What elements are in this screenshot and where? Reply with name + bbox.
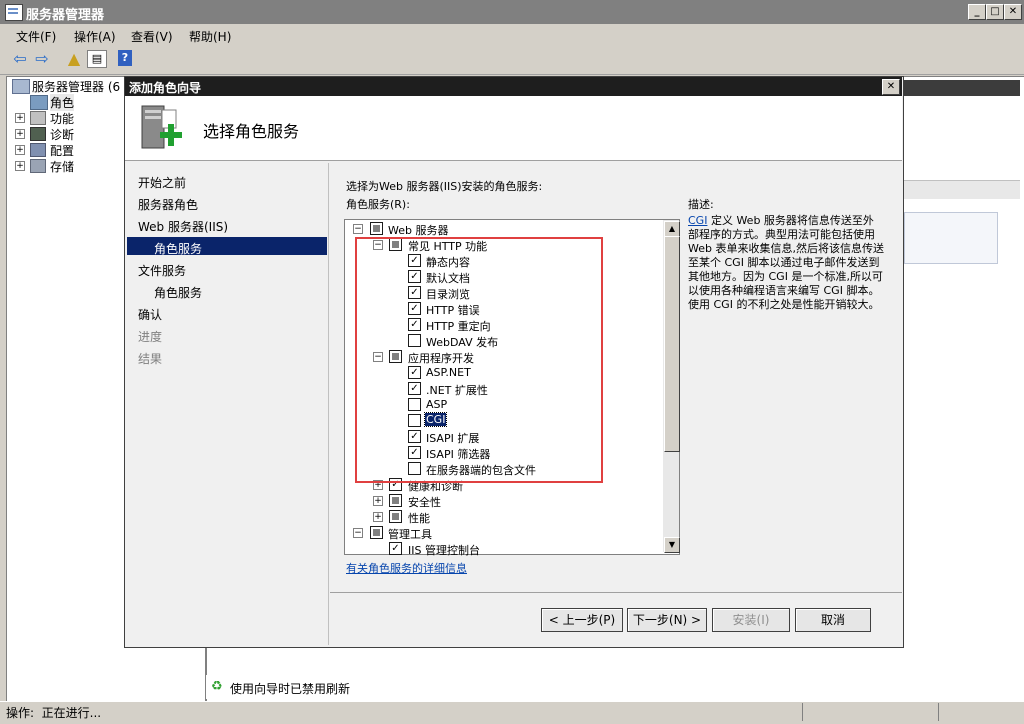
tree-item-roles[interactable]: 角色 <box>50 94 75 111</box>
description-text: CGI 定义 Web 服务器将信息传送至外部程序的方式。典型用法可能包括使用 W… <box>688 214 884 312</box>
role-services-details-link[interactable]: 有关角色服务的详细信息 <box>346 560 467 576</box>
role-services-label: 角色服务(R): <box>346 198 410 211</box>
next-button[interactable]: 下一步(N) > <box>627 608 707 632</box>
tree-item-storage[interactable]: 存储 <box>50 158 74 175</box>
scroll-up-icon[interactable]: ▲ <box>664 221 680 237</box>
tree-row-label: 性能 <box>408 512 430 525</box>
page-title: 选择角色服务 <box>203 122 300 141</box>
highlight-box <box>355 237 603 483</box>
dialog-title-bar: 添加角色向导 <box>125 77 902 96</box>
collapse-management-tools-icon[interactable]: − <box>353 528 363 538</box>
server-icon <box>12 79 30 94</box>
show-hide-tree-icon[interactable]: ▤ <box>87 50 107 68</box>
expand-features-icon[interactable]: + <box>15 113 25 123</box>
wizard-step-role-services-file[interactable]: 角色服务 <box>154 284 202 301</box>
dialog-title: 添加角色向导 <box>129 81 202 95</box>
expand-storage-icon[interactable]: + <box>15 161 25 171</box>
details-pane-header <box>902 80 1020 96</box>
tree-item-features[interactable]: 功能 <box>50 110 74 127</box>
refresh-status-text: 使用向导时已禁用刷新 <box>230 682 351 696</box>
tree-row-label: 管理工具 <box>388 528 432 541</box>
tree-item-configuration[interactable]: 配置 <box>50 142 74 159</box>
configuration-icon <box>30 143 46 157</box>
scroll-down-icon[interactable]: ▼ <box>664 537 680 553</box>
tree-row-label: Web 服务器 <box>388 224 449 237</box>
details-section-header <box>904 180 1020 199</box>
wizard-step-before-you-begin[interactable]: 开始之前 <box>138 174 186 191</box>
wizard-step-file-services[interactable]: 文件服务 <box>138 262 186 279</box>
help-icon[interactable]: ? <box>118 50 132 66</box>
description-cgi-link[interactable]: CGI <box>688 214 707 227</box>
expand-performance-icon[interactable]: + <box>373 512 383 522</box>
status-divider <box>802 703 803 721</box>
web-server-checkbox[interactable] <box>370 222 383 235</box>
back-arrow-icon[interactable]: ⇦ <box>10 50 30 68</box>
wizard-step-confirmation[interactable]: 确认 <box>138 306 162 323</box>
expand-diagnostics-icon[interactable]: + <box>15 129 25 139</box>
wizard-step-web-server-iis[interactable]: Web 服务器(IIS) <box>138 218 228 235</box>
tree-root-server-manager[interactable]: 服务器管理器 (6 <box>32 78 120 95</box>
scroll-thumb[interactable] <box>664 236 680 452</box>
security-checkbox[interactable] <box>389 494 402 507</box>
menu-help[interactable]: 帮助(H) <box>189 28 231 45</box>
server-manager-icon <box>5 4 23 21</box>
collapse-web-server-icon[interactable]: − <box>353 224 363 234</box>
expand-configuration-icon[interactable]: + <box>15 145 25 155</box>
tree-row-label: IIS 管理控制台 <box>408 544 480 557</box>
wizard-step-progress: 进度 <box>138 330 163 344</box>
details-section-box <box>904 212 998 264</box>
dialog-close-button[interactable]: ✕ <box>882 79 900 95</box>
toolbar <box>0 46 1024 75</box>
refresh-disabled-icon: ♻ <box>211 679 223 694</box>
storage-icon <box>30 159 46 173</box>
status-text: 操作: 正在进行... <box>6 706 102 720</box>
maximize-button[interactable]: □ <box>986 4 1004 20</box>
features-icon <box>30 111 46 125</box>
description-body: 定义 Web 服务器将信息传送至外部程序的方式。典型用法可能包括使用 Web 表… <box>688 214 884 311</box>
cancel-button[interactable]: 取消 <box>795 608 871 632</box>
tree-row-label: 安全性 <box>408 496 441 509</box>
close-button[interactable]: ✕ <box>1004 4 1022 20</box>
wizard-step-results: 结果 <box>138 352 163 366</box>
forward-arrow-icon[interactable]: ⇨ <box>32 50 52 68</box>
menu-action[interactable]: 操作(A) <box>74 28 116 45</box>
menu-file[interactable]: 文件(F) <box>16 28 56 45</box>
diagnostics-icon <box>30 127 46 141</box>
wizard-step-server-roles[interactable]: 服务器角色 <box>138 196 198 213</box>
previous-button[interactable]: < 上一步(P) <box>541 608 623 632</box>
management-tools-checkbox[interactable] <box>370 526 383 539</box>
server-roles-wizard-icon <box>138 104 186 152</box>
description-label: 描述: <box>688 198 714 211</box>
main-title-bar: 服务器管理器 <box>0 0 1024 24</box>
roles-icon <box>30 95 48 110</box>
expand-security-icon[interactable]: + <box>373 496 383 506</box>
button-separator <box>330 592 902 593</box>
status-divider <box>938 703 939 721</box>
iis-management-console-checkbox[interactable]: ✓ <box>389 542 402 555</box>
wizard-steps-panel <box>127 163 329 645</box>
up-folder-icon[interactable]: ▲ <box>64 50 84 68</box>
wizard-step-role-services-web[interactable]: 角色服务 <box>154 240 202 257</box>
status-bar <box>0 701 1024 724</box>
minimize-button[interactable]: _ <box>968 4 986 20</box>
install-button: 安装(I) <box>712 608 790 632</box>
app-title: 服务器管理器 <box>26 8 105 23</box>
menu-view[interactable]: 查看(V) <box>131 28 173 45</box>
performance-checkbox[interactable] <box>389 510 402 523</box>
instruction-text: 选择为Web 服务器(IIS)安装的角色服务: <box>346 180 543 193</box>
tree-item-diagnostics[interactable]: 诊断 <box>50 126 74 143</box>
